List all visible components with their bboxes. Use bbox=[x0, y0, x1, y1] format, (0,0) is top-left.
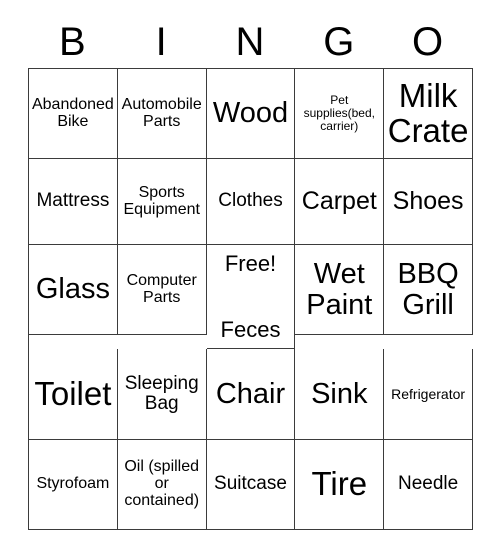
bingo-cell-label: Sleeping Bag bbox=[124, 372, 199, 414]
bingo-cell-label: Wood bbox=[212, 97, 289, 130]
bingo-cell-label: Clothes bbox=[218, 190, 283, 212]
bingo-grid: Abandoned Bike Automobile Parts Wood Pet… bbox=[28, 68, 473, 530]
bingo-cell[interactable]: Suitcase bbox=[206, 440, 296, 530]
bingo-cell[interactable]: Abandoned Bike bbox=[29, 69, 118, 159]
bingo-cell-label: Milk Crate bbox=[387, 76, 469, 149]
bingo-cell-label: Refrigerator bbox=[391, 385, 466, 402]
bingo-cell[interactable]: Oil (spilled or contained) bbox=[117, 440, 207, 530]
bingo-cell-label: Feces bbox=[220, 316, 281, 342]
bingo-cell-label: Suitcase bbox=[214, 473, 287, 495]
bingo-cell-label: Needle bbox=[397, 473, 459, 495]
bingo-cell[interactable]: Computer Parts bbox=[117, 245, 207, 335]
bingo-row: Glass Computer Parts Free! Feces Wet Pai… bbox=[29, 245, 473, 349]
bingo-row: Styrofoam Oil (spilled or contained) Sui… bbox=[29, 440, 473, 530]
bingo-row: Abandoned Bike Automobile Parts Wood Pet… bbox=[29, 69, 473, 159]
bingo-cell-label: Carpet bbox=[301, 187, 377, 216]
bingo-cell[interactable]: Shoes bbox=[384, 159, 473, 245]
bingo-cell[interactable]: Milk Crate bbox=[384, 69, 473, 159]
bingo-cell-label: Sports Equipment bbox=[123, 183, 200, 218]
bingo-cell-label: Oil (spilled or contained) bbox=[124, 458, 200, 509]
bingo-row: Mattress Sports Equipment Clothes Carpet… bbox=[29, 159, 473, 245]
bingo-card: B I N G O Abandoned Bike Automobile Part… bbox=[28, 16, 473, 530]
bingo-cell[interactable]: Wet Paint bbox=[295, 245, 385, 335]
bingo-cell-label: Abandoned Bike bbox=[31, 95, 114, 130]
bingo-cell[interactable]: BBQ Grill bbox=[384, 245, 473, 335]
bingo-cell-label: Glass bbox=[35, 273, 110, 306]
bingo-cell-label: Pet supplies(bed, carrier) bbox=[303, 93, 375, 133]
bingo-header-letter-g: G bbox=[323, 20, 355, 64]
bingo-cell[interactable]: Clothes bbox=[206, 159, 296, 245]
bingo-row: Toilet Sleeping Bag Chair Sink Refrigera… bbox=[29, 349, 473, 440]
bingo-header-letter-n: N bbox=[235, 20, 265, 64]
bingo-header-row: B I N G O bbox=[28, 16, 472, 68]
bingo-cell-label: Shoes bbox=[392, 187, 464, 216]
bingo-cell-label: Chair bbox=[215, 377, 286, 410]
bingo-cell-label: Wet Paint bbox=[306, 257, 373, 321]
bingo-cell-label: Tire bbox=[311, 465, 368, 503]
bingo-cell[interactable]: Glass bbox=[29, 245, 118, 335]
bingo-header-letter-o: O bbox=[412, 20, 444, 64]
bingo-cell-label: Sink bbox=[311, 377, 368, 410]
bingo-cell[interactable]: Carpet bbox=[295, 159, 385, 245]
free-space-label: Free! bbox=[224, 251, 277, 276]
bingo-cell[interactable]: Automobile Parts bbox=[117, 69, 207, 159]
bingo-header-letter-b: B bbox=[59, 20, 86, 64]
bingo-cell[interactable]: Tire bbox=[295, 440, 385, 530]
bingo-cell[interactable]: Sink bbox=[295, 349, 385, 440]
bingo-cell-label: Automobile Parts bbox=[121, 95, 202, 130]
bingo-cell-label: Toilet bbox=[34, 374, 112, 412]
bingo-cell-label: Mattress bbox=[36, 190, 110, 212]
bingo-cell-label: BBQ Grill bbox=[397, 257, 459, 321]
bingo-free-space-cell[interactable]: Free! Feces bbox=[206, 245, 296, 349]
bingo-cell[interactable]: Sleeping Bag bbox=[117, 349, 207, 440]
bingo-cell[interactable]: Chair bbox=[206, 349, 296, 440]
bingo-cell[interactable]: Mattress bbox=[29, 159, 118, 245]
bingo-cell[interactable]: Pet supplies(bed, carrier) bbox=[295, 69, 385, 159]
bingo-cell[interactable]: Sports Equipment bbox=[117, 159, 207, 245]
bingo-cell[interactable]: Toilet bbox=[29, 349, 118, 440]
bingo-cell[interactable]: Refrigerator bbox=[384, 349, 473, 440]
bingo-header-letter-i: I bbox=[155, 20, 167, 64]
bingo-cell-label: Computer Parts bbox=[126, 271, 197, 306]
bingo-cell[interactable]: Styrofoam bbox=[29, 440, 118, 530]
bingo-cell[interactable]: Needle bbox=[384, 440, 473, 530]
bingo-cell-label: Styrofoam bbox=[36, 475, 110, 493]
bingo-cell[interactable]: Wood bbox=[206, 69, 296, 159]
